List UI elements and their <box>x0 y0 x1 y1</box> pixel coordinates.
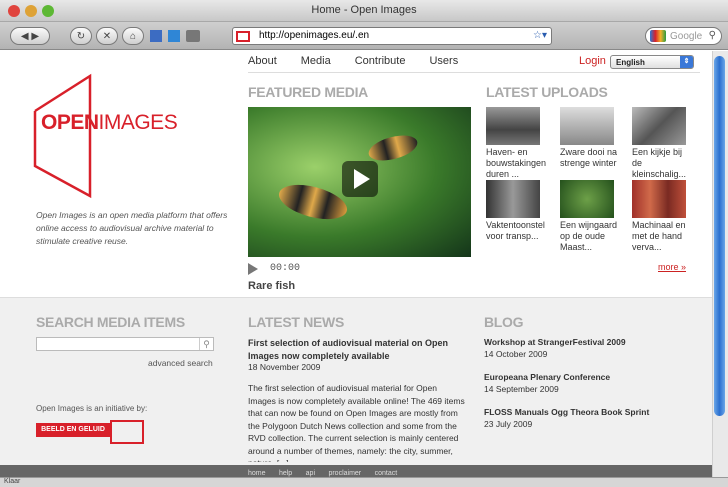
player-time: 00:00 <box>270 263 301 274</box>
footer-link-help[interactable]: help <box>279 470 292 477</box>
language-value: English <box>616 58 645 67</box>
initiative-text: Open Images is an initiative by: <box>36 404 148 413</box>
play-button[interactable] <box>342 161 378 197</box>
logo-graphic-icon <box>33 73 92 199</box>
browser-toolbar: ◀ ▶ ↻ ✕ ⌂ http://openimages.eu/.en ☆▾ Go… <box>0 22 728 50</box>
search-icon[interactable]: ⚲ <box>199 338 213 350</box>
web-page: About Media Contribute Users Login Engli… <box>0 51 712 487</box>
google-icon[interactable] <box>650 30 666 42</box>
nav-item-users[interactable]: Users <box>429 55 458 67</box>
page-footer: home help api proclaimer contact <box>0 465 712 477</box>
stop-icon: ✕ <box>102 30 112 42</box>
upload-item[interactable]: Machinaal en met de hand verva... <box>632 180 692 253</box>
upload-thumbnail[interactable] <box>486 180 540 218</box>
featured-caption[interactable]: Rare fish <box>248 280 295 292</box>
search-heading: SEARCH MEDIA ITEMS <box>36 314 185 330</box>
nav-item-contribute[interactable]: Contribute <box>355 55 406 67</box>
fish-shape <box>275 178 351 226</box>
beeld-en-geluid-logo[interactable]: BEELD EN GELUID <box>36 420 144 444</box>
site-favicon-icon <box>236 31 250 42</box>
more-uploads-link[interactable]: more » <box>658 262 686 272</box>
advanced-search-link[interactable]: advanced search <box>148 358 213 368</box>
blog-post-date: 23 July 2009 <box>484 419 533 429</box>
blog-post-date: 14 October 2009 <box>484 349 548 359</box>
footer-link-proclaimer[interactable]: proclaimer <box>328 470 361 477</box>
web-search-input[interactable]: Google ⚲ <box>645 27 722 45</box>
upload-label[interactable]: Vaktentoonstel voor transp... <box>486 220 546 242</box>
forward-icon[interactable]: ▶ <box>31 31 39 42</box>
media-search-input[interactable]: ⚲ <box>36 337 214 351</box>
open-images-logo[interactable]: OPENIMAGES <box>30 71 190 201</box>
blog-heading: BLOG <box>484 314 524 330</box>
intro-text: Open Images is an open media platform th… <box>36 210 228 246</box>
upload-item[interactable]: Een kijkje bij de kleinschalig... <box>632 107 692 180</box>
partner-logo-frame <box>110 420 144 444</box>
footer-link-contact[interactable]: contact <box>375 470 398 477</box>
upload-item[interactable]: Een wijngaard op de oude Maast... <box>560 180 620 253</box>
news-date: 18 November 2009 <box>248 362 321 372</box>
rss-star-icon[interactable]: ☆▾ <box>533 30 547 41</box>
scrollbar-thumb[interactable] <box>714 56 725 416</box>
window-titlebar: Home - Open Images <box>0 0 728 22</box>
news-body: The first selection of audiovisual mater… <box>248 383 465 462</box>
upload-label[interactable]: Machinaal en met de hand verva... <box>632 220 692 253</box>
status-text: Klaar <box>4 478 21 485</box>
upload-thumbnail[interactable] <box>560 180 614 218</box>
home-button[interactable]: ⌂ <box>122 27 144 45</box>
news-title[interactable]: First selection of audiovisual material … <box>248 337 466 363</box>
featured-video[interactable] <box>248 107 471 257</box>
url-text[interactable]: http://openimages.eu/.en <box>259 30 369 41</box>
upload-item[interactable]: Zware dooi na strenge winter <box>560 107 620 169</box>
blog-post-title[interactable]: Workshop at StrangerFestival 2009 <box>484 337 626 347</box>
upload-thumbnail[interactable] <box>560 107 614 145</box>
nav-item-media[interactable]: Media <box>301 55 331 67</box>
featured-media-heading: FEATURED MEDIA <box>248 84 368 100</box>
reload-button[interactable]: ↻ <box>70 27 92 45</box>
printer-icon[interactable] <box>186 30 200 42</box>
latest-news-heading: LATEST NEWS <box>248 314 344 330</box>
stop-button[interactable]: ✕ <box>96 27 118 45</box>
bookmark-icon[interactable] <box>150 30 162 42</box>
upload-label[interactable]: Een kijkje bij de kleinschalig... <box>632 147 692 180</box>
home-icon: ⌂ <box>129 30 137 42</box>
upload-label[interactable]: Zware dooi na strenge winter <box>560 147 620 169</box>
nav-divider <box>248 72 700 73</box>
upload-label[interactable]: Een wijngaard op de oude Maast... <box>560 220 620 253</box>
back-icon[interactable]: ◀ <box>21 31 29 42</box>
blog-post-date: 14 September 2009 <box>484 384 559 394</box>
footer-link-api[interactable]: api <box>306 470 315 477</box>
nav-item-about[interactable]: About <box>248 55 277 67</box>
page-icon[interactable] <box>168 30 180 42</box>
magnifier-icon[interactable]: ⚲ <box>709 30 716 41</box>
upload-label[interactable]: Haven- en bouwstakingen duren ... <box>486 147 546 180</box>
footer-link-home[interactable]: home <box>248 470 266 477</box>
blog-post-title[interactable]: FLOSS Manuals Ogg Theora Book Sprint <box>484 407 649 417</box>
blog-post-title[interactable]: Europeana Plenary Conference <box>484 372 610 382</box>
player-play-icon[interactable] <box>248 263 258 275</box>
upload-item[interactable]: Haven- en bouwstakingen duren ... <box>486 107 546 180</box>
address-bar[interactable]: http://openimages.eu/.en ☆▾ <box>232 27 552 45</box>
login-link[interactable]: Login <box>579 55 606 67</box>
logo-text-images: IMAGES <box>98 111 178 134</box>
reload-icon: ↻ <box>76 30 86 42</box>
status-bar: Klaar <box>0 477 728 487</box>
fish-shape-2 <box>366 130 420 166</box>
partner-logo-text: BEELD EN GELUID <box>36 423 110 437</box>
upload-item[interactable]: Vaktentoonstel voor transp... <box>486 180 546 242</box>
language-select[interactable]: English ⇕ <box>610 55 694 69</box>
window-title: Home - Open Images <box>311 4 417 16</box>
back-forward-buttons[interactable]: ◀ ▶ <box>10 27 50 45</box>
upload-thumbnail[interactable] <box>632 180 686 218</box>
play-icon <box>354 169 370 189</box>
select-arrows-icon: ⇕ <box>680 56 693 68</box>
upload-thumbnail[interactable] <box>632 107 686 145</box>
upload-thumbnail[interactable] <box>486 107 540 145</box>
latest-uploads-heading: LATEST UPLOADS <box>486 84 608 100</box>
logo-text-open: OPEN <box>41 111 99 134</box>
web-search-placeholder: Google <box>670 31 703 42</box>
main-nav: About Media Contribute Users <box>248 55 468 67</box>
